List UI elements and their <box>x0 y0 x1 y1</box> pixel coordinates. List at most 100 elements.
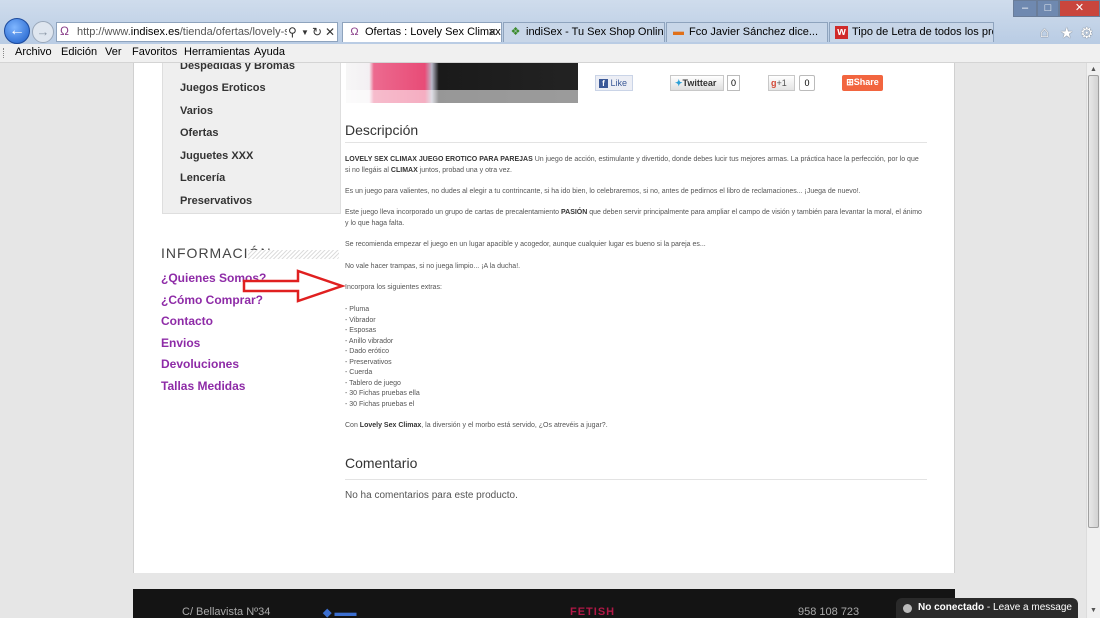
desc-text: , la diversión y el morbo está servido, … <box>421 422 608 429</box>
red-arrow-annotation <box>242 269 346 303</box>
live-chat-widget[interactable]: No conectado - Leave a message <box>896 598 1078 618</box>
home-icon[interactable]: ⌂ <box>1040 24 1049 41</box>
share-label: Share <box>853 77 879 87</box>
extra-item: - Cuerda <box>345 369 373 376</box>
category-preservativos[interactable]: Preservativos <box>180 195 252 207</box>
menu-favoritos[interactable]: Favoritos <box>132 46 177 58</box>
tab-ofertas[interactable]: Ω Ofertas : Lovely Sex Climax J... ✕ <box>342 22 502 42</box>
link-contacto[interactable]: Contacto <box>161 314 213 328</box>
scroll-thumb[interactable] <box>1088 75 1099 528</box>
description-p7: Con Lovely Sex Climax, la diversión y el… <box>345 421 925 432</box>
image-reflection <box>346 90 578 103</box>
menu-edicion[interactable]: Edición <box>61 46 97 58</box>
browser-chrome: – □ ✕ ← → Ω http://www.indisex.es/tienda… <box>0 0 1100 44</box>
twitter-count: 0 <box>727 75 740 91</box>
comments-heading: Comentario <box>345 455 418 471</box>
chat-status-icon <box>903 604 912 613</box>
link-tallas-medidas[interactable]: Tallas Medidas <box>161 379 245 393</box>
tab-favicon-icon: w <box>835 26 848 39</box>
description-p5: No vale hacer trampas, si no juega limpi… <box>345 263 521 270</box>
link-envios[interactable]: Envios <box>161 336 200 350</box>
category-juegos-eroticos[interactable]: Juegos Eroticos <box>180 82 266 94</box>
gplus-count: 0 <box>799 75 815 91</box>
minimize-button[interactable]: – <box>1013 0 1037 17</box>
tab-label: Fco Javier Sánchez dice... <box>689 26 819 38</box>
share-button[interactable]: ⊞Share <box>842 75 883 91</box>
extra-item: - Pluma <box>345 306 370 313</box>
maximize-button[interactable]: □ <box>1037 0 1059 17</box>
description-heading: Descripción <box>345 122 419 138</box>
site-favicon-icon: Ω <box>60 24 69 38</box>
plus-icon: ⊞ <box>846 77 854 87</box>
search-icon[interactable]: ⚲ <box>288 25 297 39</box>
close-window-button[interactable]: ✕ <box>1059 0 1100 17</box>
extra-item: - Anillo vibrador <box>345 337 394 345</box>
extra-item: - Esposas <box>345 327 377 334</box>
tab-indisex[interactable]: ❖ indiSex - Tu Sex Shop Online - ... <box>503 22 665 42</box>
page-viewport: Despedidas y Bromas Juegos Eroticos Vari… <box>0 63 1086 618</box>
gplus-button[interactable]: g+1 <box>768 75 795 91</box>
link-devoluciones[interactable]: Devoluciones <box>161 357 239 371</box>
category-despedidas[interactable]: Despedidas y Bromas <box>180 63 295 72</box>
menu-ayuda[interactable]: Ayuda <box>254 46 285 58</box>
chat-action: - Leave a message <box>984 602 1072 613</box>
extras-list: - Pluma - Vibrador - Esposas - Anillo vi… <box>345 305 925 410</box>
close-tab-icon[interactable]: ✕ <box>488 26 497 39</box>
chat-status: No conectado <box>918 602 985 613</box>
like-label: Like <box>610 78 628 88</box>
desc-bold-title: LOVELY SEX CLIMAX JUEGO EROTICO PARA PAR… <box>345 156 533 163</box>
footer-fetish-logo: FETISH <box>570 606 616 618</box>
footer-partner-logo: ◆ ▬▬ <box>323 607 357 618</box>
category-list: Despedidas y Bromas Juegos Eroticos Vari… <box>162 63 341 214</box>
stop-icon[interactable]: ✕ <box>325 25 335 39</box>
category-lenceria[interactable]: Lencería <box>180 172 225 184</box>
product-image[interactable] <box>346 63 578 103</box>
vertical-scrollbar[interactable]: ▲ ▼ <box>1086 63 1100 618</box>
no-comments-text: No ha comentarios para este producto. <box>345 490 518 501</box>
address-url: http://www.indisex.es/tienda/ofertas/lov… <box>77 26 287 38</box>
extra-item: - 30 Fichas pruebas el <box>345 400 415 408</box>
twitter-icon: ✦ <box>675 78 683 88</box>
comments-divider <box>345 479 927 480</box>
extra-item: - 30 Fichas pruebas ella <box>345 390 420 397</box>
menu-grip <box>3 48 7 58</box>
footer-address: C/ Bellavista Nº34 <box>182 606 271 618</box>
refresh-icon[interactable]: ↻ <box>312 25 322 39</box>
desc-bold-product: Lovely Sex Climax <box>359 422 422 429</box>
description-p1: LOVELY SEX CLIMAX JUEGO EROTICO PARA PAR… <box>345 155 925 176</box>
gplus-label: +1 <box>776 78 787 88</box>
tab-tipo-letra[interactable]: w Tipo de Letra de todos los pro... <box>829 22 994 42</box>
description-p6: Incorpora los siguientes extras: <box>345 284 442 291</box>
address-bar[interactable]: Ω http://www.indisex.es/tienda/ofertas/l… <box>56 22 338 42</box>
facebook-like-button[interactable]: f Like <box>595 75 633 91</box>
tab-favicon-icon: ▬ <box>673 26 684 38</box>
tab-favicon-icon: ❖ <box>510 26 521 38</box>
menu-archivo[interactable]: Archivo <box>15 46 52 58</box>
tab-fco-javier[interactable]: ▬ Fco Javier Sánchez dice... <box>666 22 828 42</box>
desc-text: juntos, probad una y otra vez. <box>417 166 512 174</box>
desc-text: Este juego lleva incorporado un grupo de… <box>345 209 561 216</box>
menu-ver[interactable]: Ver <box>105 46 122 58</box>
dropdown-icon[interactable]: ▼ <box>301 28 309 37</box>
category-juguetes-xxx[interactable]: Juguetes XXX <box>180 150 253 162</box>
tab-label: Ofertas : Lovely Sex Climax J... <box>365 26 501 38</box>
extra-item: - Tablero de juego <box>345 379 401 387</box>
scroll-down-icon[interactable]: ▼ <box>1088 604 1099 618</box>
menu-herramientas[interactable]: Herramientas <box>184 46 250 58</box>
description-p4: Se recomienda empezar el juego en un lug… <box>345 241 706 248</box>
desc-text: Con <box>345 422 360 429</box>
extra-item: - Preservativos <box>345 358 392 366</box>
settings-gear-icon[interactable]: ⚙ <box>1080 24 1093 42</box>
back-icon[interactable]: ← <box>4 18 30 44</box>
desc-bold-climax: CLIMAX <box>390 166 418 174</box>
forward-icon[interactable]: → <box>32 21 54 43</box>
facebook-icon: f <box>599 79 608 88</box>
category-varios[interactable]: Varios <box>180 105 213 117</box>
twitter-button[interactable]: ✦Twittear <box>670 75 724 91</box>
extra-item: - Vibrador <box>345 316 376 324</box>
menu-bar: Archivo Edición Ver Favoritos Herramient… <box>0 44 1100 63</box>
heading-stripes <box>248 250 339 259</box>
desc-bold-pasion: PASIÓN <box>560 209 588 216</box>
favorites-star-icon[interactable]: ★ <box>1060 24 1073 42</box>
category-ofertas[interactable]: Ofertas <box>180 127 219 139</box>
